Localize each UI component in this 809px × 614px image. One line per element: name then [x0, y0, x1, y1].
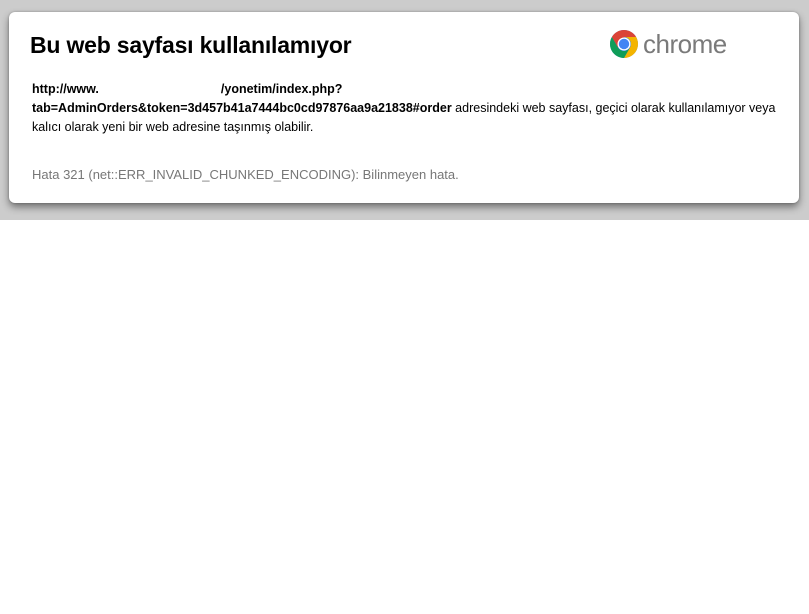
url-part-2: /yonetim/index.php?: [220, 82, 343, 96]
url-part-1: http://www.: [32, 82, 99, 96]
chrome-logo-text: chrome: [643, 29, 727, 59]
chrome-logo: chrome: [609, 29, 727, 59]
url-part-3: tab=AdminOrders&token=3d457b41a7444bc0cd…: [32, 101, 452, 115]
error-code: Hata 321 (net::ERR_INVALID_CHUNKED_ENCOD…: [32, 167, 459, 182]
error-message: http://www. /yonetim/index.php? tab=AdminO…: [32, 80, 782, 137]
page-title: Bu web sayfası kullanılamıyor: [30, 32, 352, 58]
error-panel: Bu web sayfası kullanılamıyor chrome htt…: [9, 12, 799, 203]
chrome-logo-icon: [610, 30, 638, 58]
